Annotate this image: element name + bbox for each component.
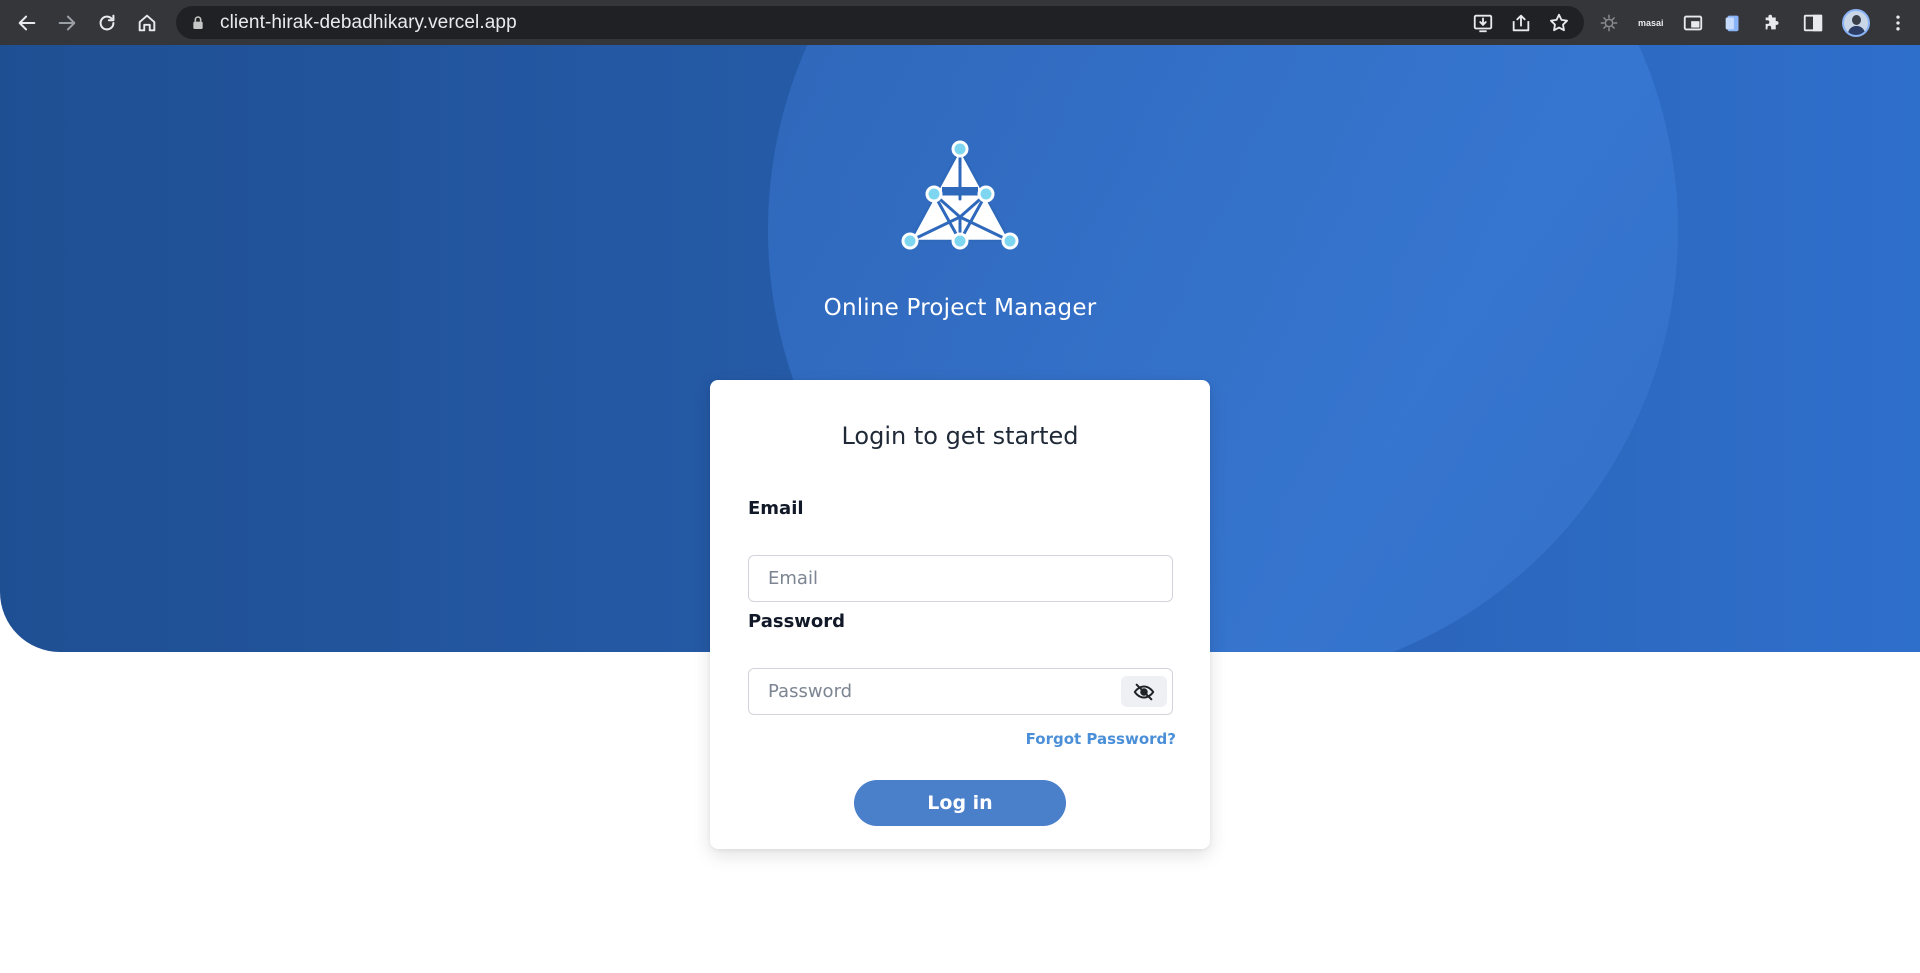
reload-button[interactable] [87,3,127,43]
login-heading: Login to get started [841,422,1079,450]
address-bar[interactable]: client-hirak-debadhikary.vercel.app [176,6,1584,39]
app-title: Online Project Manager [823,295,1097,321]
back-icon [18,15,36,30]
install-icon[interactable] [1472,12,1494,34]
extension-icon[interactable] [1598,12,1620,34]
picture-in-picture-icon[interactable] [1682,12,1704,34]
clipboard-icon[interactable] [1722,12,1744,34]
url-text: client-hirak-debadhikary.vercel.app [220,11,517,33]
avatar[interactable] [1841,8,1870,37]
menu-icon[interactable] [1888,12,1908,34]
eye-slash-icon [1133,683,1155,700]
lock-icon [193,15,203,29]
toggle-password-visibility-button[interactable] [1121,676,1167,707]
address-bar-actions [1472,6,1570,39]
password-field[interactable] [748,668,1173,715]
reload-icon [99,14,115,30]
email-label: Email [748,498,804,519]
page: Online Project Manager Login to get star… [0,45,1920,973]
forward-button[interactable] [47,3,87,43]
home-icon [138,14,156,31]
login-card: Login to get started Email Password Forg… [710,380,1210,849]
browser-toolbar: client-hirak-debadhikary.vercel.app masa… [0,0,1920,45]
forgot-password-link[interactable]: Forgot Password? [1026,730,1176,748]
forward-icon [58,15,76,30]
extensions-area: masai [1598,0,1908,45]
home-button[interactable] [127,3,167,43]
password-label: Password [748,611,846,632]
email-field[interactable] [748,555,1173,602]
star-icon[interactable] [1548,12,1570,34]
side-panel-icon[interactable] [1802,12,1824,34]
login-button[interactable]: Log in [854,780,1066,826]
share-icon[interactable] [1510,12,1532,34]
triangle-network-logo [901,140,1019,250]
masai-extension-label[interactable]: masai [1638,18,1664,28]
puzzle-icon[interactable] [1762,12,1784,34]
back-button[interactable] [7,3,47,43]
